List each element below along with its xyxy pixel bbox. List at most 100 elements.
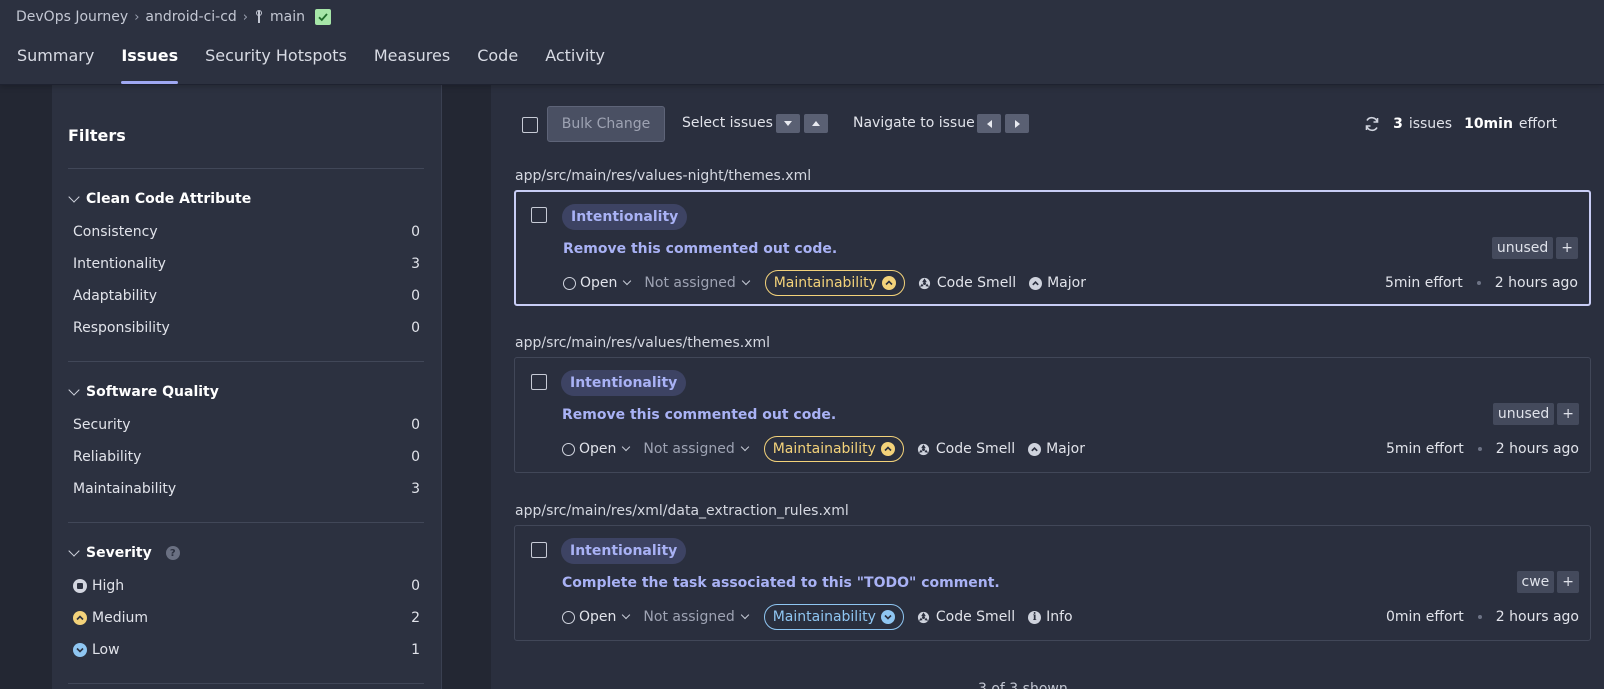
filter-label: Security — [73, 417, 131, 433]
software-quality-chip[interactable]: Maintainability — [763, 436, 904, 462]
issue-status-dropdown[interactable]: Open — [562, 441, 631, 457]
low-severity-icon — [880, 610, 895, 624]
breadcrumb-repo[interactable]: android-ci-cd — [145, 9, 236, 25]
breadcrumb-project[interactable]: DevOps Journey — [16, 9, 128, 25]
filter-severity-low[interactable]: Low 1 — [73, 640, 420, 660]
info-severity-icon: i — [1028, 610, 1042, 624]
filter-section-clean-code[interactable]: Clean Code Attribute — [68, 191, 252, 207]
issue-message[interactable]: Complete the task associated to this "TO… — [562, 575, 1000, 591]
filter-count: 3 — [411, 481, 420, 497]
software-quality-chip[interactable]: Maintainability — [764, 270, 905, 296]
issues-toolbar: Bulk Change Select issues Navigate to is… — [491, 106, 1604, 142]
refresh-icon[interactable] — [1363, 115, 1381, 133]
software-quality-chip[interactable]: Maintainability — [763, 604, 904, 630]
issue-age[interactable]: 2 hours ago — [1496, 441, 1579, 457]
navigate-right-key[interactable] — [1005, 114, 1029, 133]
filter-section-software-quality[interactable]: Software Quality — [68, 384, 219, 400]
issue-meta: Open Not assigned Maintainability Code S… — [562, 436, 1579, 462]
issue-age[interactable]: 2 hours ago — [1495, 275, 1578, 291]
filter-section-title: Software Quality — [86, 384, 219, 400]
issues-summary: 3 issues 10min effort — [1363, 115, 1557, 133]
help-icon[interactable]: ? — [165, 546, 180, 560]
issue-file-path[interactable]: app/src/main/res/xml/data_extraction_rul… — [515, 503, 849, 519]
issue-assignee-dropdown[interactable]: Not assigned — [644, 275, 750, 291]
chevron-down-icon — [68, 191, 80, 203]
issue-card[interactable]: Intentionality Remove this commented out… — [514, 357, 1591, 473]
tab-code[interactable]: Code — [477, 44, 518, 84]
chevron-down-icon — [68, 384, 80, 396]
issue-assignee-dropdown[interactable]: Not assigned — [643, 609, 749, 625]
issue-card[interactable]: Intentionality Remove this commented out… — [514, 190, 1591, 306]
software-quality-label: Maintainability — [772, 609, 876, 625]
divider — [68, 522, 424, 523]
issue-age[interactable]: 2 hours ago — [1496, 609, 1579, 625]
issue-tags: unused + — [1491, 237, 1578, 259]
chevron-down-icon — [740, 610, 749, 620]
issue-message[interactable]: Remove this commented out code. — [562, 407, 836, 423]
add-tag-button[interactable]: + — [1557, 571, 1579, 593]
filter-section-severity[interactable]: Severity ? — [68, 545, 180, 561]
issue-tag[interactable]: unused — [1492, 403, 1555, 425]
filter-severity-high[interactable]: High 0 — [73, 576, 420, 596]
filter-intentionality[interactable]: Intentionality 3 — [73, 254, 420, 274]
issue-card[interactable]: Intentionality Complete the task associa… — [514, 525, 1591, 641]
chevron-down-icon — [740, 442, 749, 452]
quality-gate-passed-icon — [314, 9, 331, 25]
filter-severity-medium[interactable]: Medium 2 — [73, 608, 420, 628]
software-quality-label: Maintainability — [773, 275, 877, 291]
filter-security[interactable]: Security 0 — [73, 415, 420, 435]
issue-message[interactable]: Remove this commented out code. — [563, 241, 837, 257]
tab-issues[interactable]: Issues — [121, 44, 178, 84]
select-next-key[interactable] — [776, 114, 800, 133]
filter-label: Low — [92, 642, 120, 658]
chevron-down-icon — [623, 276, 632, 286]
breadcrumb-branch[interactable]: main — [270, 9, 305, 25]
issue-status: Open — [579, 609, 617, 625]
filter-consistency[interactable]: Consistency 0 — [73, 222, 420, 242]
select-all-checkbox[interactable] — [522, 117, 538, 133]
issue-effort: 0min effort — [1385, 609, 1464, 625]
issue-checkbox[interactable] — [531, 542, 547, 558]
issue-tag[interactable]: unused — [1491, 237, 1554, 259]
issue-severity: Major — [1029, 275, 1086, 291]
issue-file-path[interactable]: app/src/main/res/values/themes.xml — [515, 335, 770, 351]
dot-separator — [1477, 447, 1482, 451]
issue-status-dropdown[interactable]: Open — [563, 275, 632, 291]
filter-section-title: Clean Code Attribute — [86, 191, 252, 207]
filter-count: 2 — [411, 610, 420, 626]
issue-status-dropdown[interactable]: Open — [562, 609, 631, 625]
chevron-down-icon — [622, 442, 631, 452]
left-gutter — [0, 84, 52, 689]
medium-severity-icon — [880, 442, 895, 456]
tab-summary[interactable]: Summary — [17, 44, 94, 84]
navigate-left-key[interactable] — [977, 114, 1001, 133]
filter-adaptability[interactable]: Adaptability 0 — [73, 286, 420, 306]
select-previous-key[interactable] — [804, 114, 828, 133]
add-tag-button[interactable]: + — [1556, 237, 1578, 259]
filter-count: 0 — [411, 288, 420, 304]
bulk-change-button[interactable]: Bulk Change — [547, 106, 665, 142]
add-tag-button[interactable]: + — [1557, 403, 1579, 425]
code-smell-icon — [918, 277, 930, 289]
issue-status: Open — [579, 441, 617, 457]
filter-responsibility[interactable]: Responsibility 0 — [73, 318, 420, 338]
middle-gutter — [442, 84, 491, 689]
code-smell-icon — [917, 443, 929, 455]
issue-tag[interactable]: cwe — [1516, 571, 1555, 593]
issue-checkbox[interactable] — [531, 374, 547, 390]
issue-file-path[interactable]: app/src/main/res/values-night/themes.xml — [515, 168, 811, 184]
navigate-to-issue-label: Navigate to issue — [853, 115, 975, 131]
low-severity-icon — [73, 643, 87, 657]
filter-maintainability[interactable]: Maintainability 3 — [73, 479, 420, 499]
tab-security-hotspots[interactable]: Security Hotspots — [205, 44, 347, 84]
issue-assignee-dropdown[interactable]: Not assigned — [643, 441, 749, 457]
filter-count: 0 — [411, 224, 420, 240]
tab-activity[interactable]: Activity — [545, 44, 605, 84]
tab-measures[interactable]: Measures — [374, 44, 450, 84]
issue-effort: 5min effort — [1385, 441, 1464, 457]
select-issues-label: Select issues — [682, 115, 773, 131]
issue-severity-label: Info — [1046, 609, 1073, 625]
filter-reliability[interactable]: Reliability 0 — [73, 447, 420, 467]
major-severity-icon — [1028, 442, 1042, 456]
issue-checkbox[interactable] — [531, 207, 547, 223]
